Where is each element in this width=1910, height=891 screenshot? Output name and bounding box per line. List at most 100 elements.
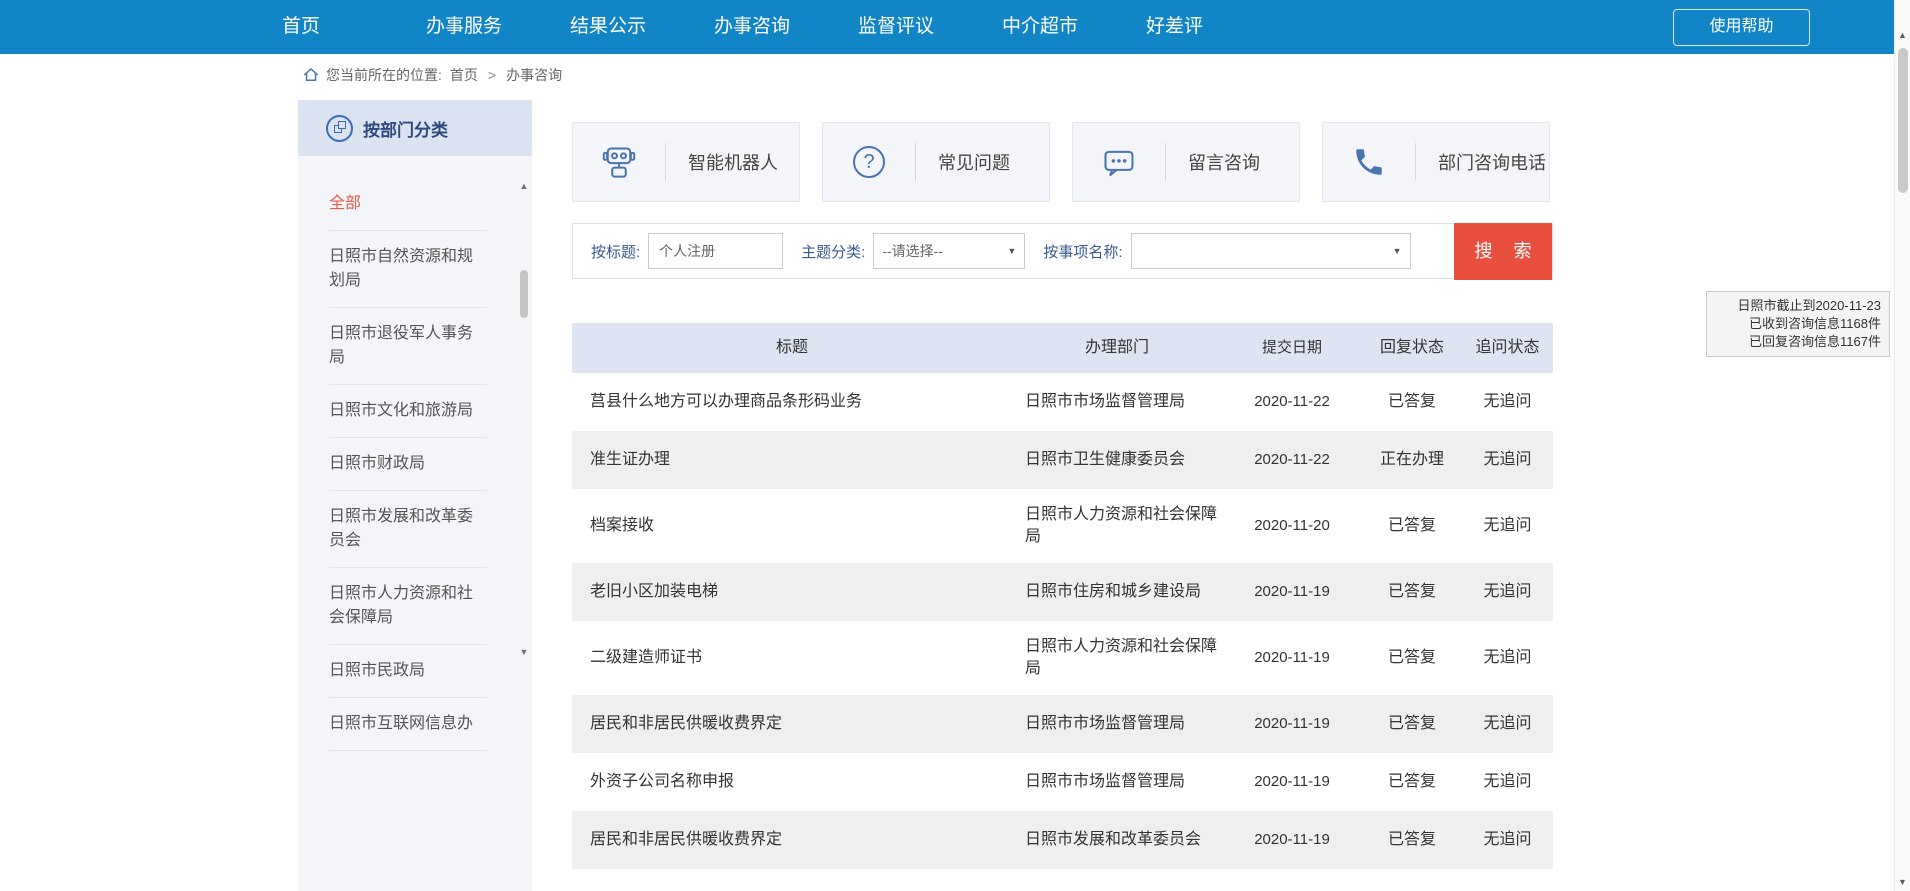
smart-robot-button[interactable]: 智能机器人: [572, 122, 800, 202]
department-list-item[interactable]: 全部: [329, 178, 487, 231]
scroll-down-icon[interactable]: ▼: [518, 646, 530, 658]
sidebar-scrollbar-thumb[interactable]: [520, 270, 528, 318]
question-icon: ?: [823, 146, 915, 178]
row-title-link[interactable]: 档案接收: [572, 500, 1012, 552]
search-button[interactable]: 搜 索: [1454, 223, 1552, 280]
page-scrollbar[interactable]: ▲ ▼: [1894, 0, 1910, 891]
nav-item[interactable]: 办事服务: [426, 0, 570, 54]
row-title-link[interactable]: 老旧小区加装电梯: [572, 566, 1012, 618]
home-icon: [302, 66, 320, 84]
category-icon: [326, 115, 353, 142]
row-title-link[interactable]: 莒县什么地方可以办理商品条形码业务: [572, 376, 1012, 428]
scroll-up-icon[interactable]: ▲: [518, 180, 530, 192]
smart-robot-label: 智能机器人: [688, 149, 778, 175]
row-submit-date: 2020-11-20: [1222, 500, 1362, 552]
table-row[interactable]: 老旧小区加装电梯 日照市住房和城乡建设局 2020-11-19 已答复 无追问: [572, 563, 1553, 621]
nav-item[interactable]: 监督评议: [858, 0, 1002, 54]
row-department: 日照市住房和城乡建设局: [1012, 566, 1222, 618]
row-follow-status: 无追问: [1462, 434, 1553, 486]
row-department: 日照市市场监督管理局: [1012, 376, 1222, 428]
row-department: 日照市卫生健康委员会: [1012, 434, 1222, 486]
department-list-item[interactable]: 日照市文化和旅游局: [329, 385, 487, 438]
row-department: 日照市人力资源和社会保障局: [1012, 489, 1222, 563]
row-title-link[interactable]: 居民和非居民供暖收费界定: [572, 698, 1012, 750]
row-title-link[interactable]: 准生证办理: [572, 434, 1012, 486]
row-follow-status: 无追问: [1462, 632, 1553, 684]
breadcrumb-prefix: 您当前所在的位置:: [326, 65, 442, 85]
message-icon: [1073, 144, 1165, 180]
row-follow-status: 无追问: [1462, 756, 1553, 808]
row-reply-status: 已答复: [1362, 814, 1462, 866]
scroll-down-icon[interactable]: ▼: [1895, 877, 1910, 887]
phone-consult-button[interactable]: 部门咨询电话: [1322, 122, 1550, 202]
department-list-item[interactable]: 日照市互联网信息办: [329, 698, 487, 751]
header-submit-date: 提交日期: [1222, 337, 1362, 359]
stats-line-received: 已收到咨询信息1168件: [1715, 315, 1881, 333]
table-row[interactable]: 档案接收 日照市人力资源和社会保障局 2020-11-20 已答复 无追问: [572, 489, 1553, 563]
row-reply-status: 已答复: [1362, 632, 1462, 684]
row-submit-date: 2020-11-19: [1222, 756, 1362, 808]
row-follow-status: 无追问: [1462, 566, 1553, 618]
department-sidebar: 按部门分类 全部日照市自然资源和规划局日照市退役军人事务局日照市文化和旅游局日照…: [298, 100, 532, 891]
table-row[interactable]: 居民和非居民供暖收费界定 日照市发展和改革委员会 2020-11-19 已答复 …: [572, 811, 1553, 869]
item-name-select[interactable]: ▼: [1131, 233, 1411, 269]
chevron-down-icon: ▼: [1393, 246, 1402, 256]
sidebar-scrollbar[interactable]: ▲ ▼: [518, 178, 530, 660]
title-search-input[interactable]: [648, 233, 783, 269]
breadcrumb: 您当前所在的位置: 首页 > 办事咨询: [302, 62, 570, 88]
department-list-item[interactable]: 日照市财政局: [329, 438, 487, 491]
row-follow-status: 无追问: [1462, 500, 1553, 552]
top-nav-bar: 首页办事服务结果公示办事咨询监督评议中介超市好差评 使用帮助: [0, 0, 1894, 54]
sidebar-header: 按部门分类: [298, 100, 532, 156]
consultation-table: 标题 办理部门 提交日期 回复状态 追问状态 莒县什么地方可以办理商品条形码业务…: [572, 323, 1553, 869]
row-submit-date: 2020-11-22: [1222, 376, 1362, 428]
row-title-link[interactable]: 外资子公司名称申报: [572, 756, 1012, 808]
row-submit-date: 2020-11-19: [1222, 698, 1362, 750]
department-list-item[interactable]: 日照市自然资源和规划局: [329, 231, 487, 308]
nav-item[interactable]: 办事咨询: [714, 0, 858, 54]
table-row[interactable]: 外资子公司名称申报 日照市市场监督管理局 2020-11-19 已答复 无追问: [572, 753, 1553, 811]
table-header-row: 标题 办理部门 提交日期 回复状态 追问状态: [572, 323, 1553, 373]
table-row[interactable]: 居民和非居民供暖收费界定 日照市市场监督管理局 2020-11-19 已答复 无…: [572, 695, 1553, 753]
table-body: 莒县什么地方可以办理商品条形码业务 日照市市场监督管理局 2020-11-22 …: [572, 373, 1553, 869]
page-scrollbar-thumb[interactable]: [1898, 48, 1908, 193]
nav-item[interactable]: 中介超市: [1002, 0, 1146, 54]
row-reply-status: 已答复: [1362, 698, 1462, 750]
row-title-link[interactable]: 居民和非居民供暖收费界定: [572, 814, 1012, 866]
department-list-item[interactable]: 日照市人力资源和社会保障局: [329, 568, 487, 645]
breadcrumb-home-link[interactable]: 首页: [450, 65, 478, 85]
nav-item[interactable]: 首页: [282, 0, 426, 54]
message-consult-button[interactable]: 留言咨询: [1072, 122, 1300, 202]
department-list-item[interactable]: 日照市发展和改革委员会: [329, 491, 487, 568]
nav-item[interactable]: 好差评: [1146, 0, 1290, 54]
row-department: 日照市市场监督管理局: [1012, 698, 1222, 750]
row-department: 日照市市场监督管理局: [1012, 756, 1222, 808]
row-submit-date: 2020-11-19: [1222, 814, 1362, 866]
nav-item[interactable]: 结果公示: [570, 0, 714, 54]
robot-icon: [573, 144, 665, 180]
department-list-item[interactable]: 日照市退役军人事务局: [329, 308, 487, 385]
stats-line-replied: 已回复咨询信息1167件: [1715, 333, 1881, 351]
category-select[interactable]: --请选择-- ▼: [873, 233, 1025, 269]
nav-menu: 首页办事服务结果公示办事咨询监督评议中介超市好差评: [282, 0, 1290, 54]
breadcrumb-current: 办事咨询: [506, 65, 562, 85]
department-list-item[interactable]: 日照市民政局: [329, 645, 487, 698]
header-title: 标题: [572, 337, 1012, 359]
faq-button[interactable]: ? 常见问题: [822, 122, 1050, 202]
row-follow-status: 无追问: [1462, 698, 1553, 750]
category-selected-value: --请选择--: [882, 241, 943, 261]
category-label: 主题分类:: [801, 241, 865, 262]
header-follow-status: 追问状态: [1462, 337, 1553, 359]
chevron-down-icon: ▼: [1007, 246, 1016, 256]
row-follow-status: 无追问: [1462, 376, 1553, 428]
search-bar: 按标题: 主题分类: --请选择-- ▼ 按事项名称: ▼ 搜 索: [572, 223, 1553, 279]
row-follow-status: 无追问: [1462, 814, 1553, 866]
quick-links: 智能机器人 ? 常见问题 留言咨询: [572, 122, 1553, 202]
phone-consult-label: 部门咨询电话: [1438, 149, 1546, 175]
table-row[interactable]: 准生证办理 日照市卫生健康委员会 2020-11-22 正在办理 无追问: [572, 431, 1553, 489]
scroll-up-icon[interactable]: ▲: [1895, 30, 1910, 40]
table-row[interactable]: 莒县什么地方可以办理商品条形码业务 日照市市场监督管理局 2020-11-22 …: [572, 373, 1553, 431]
row-title-link[interactable]: 二级建造师证书: [572, 632, 1012, 684]
help-button[interactable]: 使用帮助: [1673, 9, 1810, 46]
table-row[interactable]: 二级建造师证书 日照市人力资源和社会保障局 2020-11-19 已答复 无追问: [572, 621, 1553, 695]
